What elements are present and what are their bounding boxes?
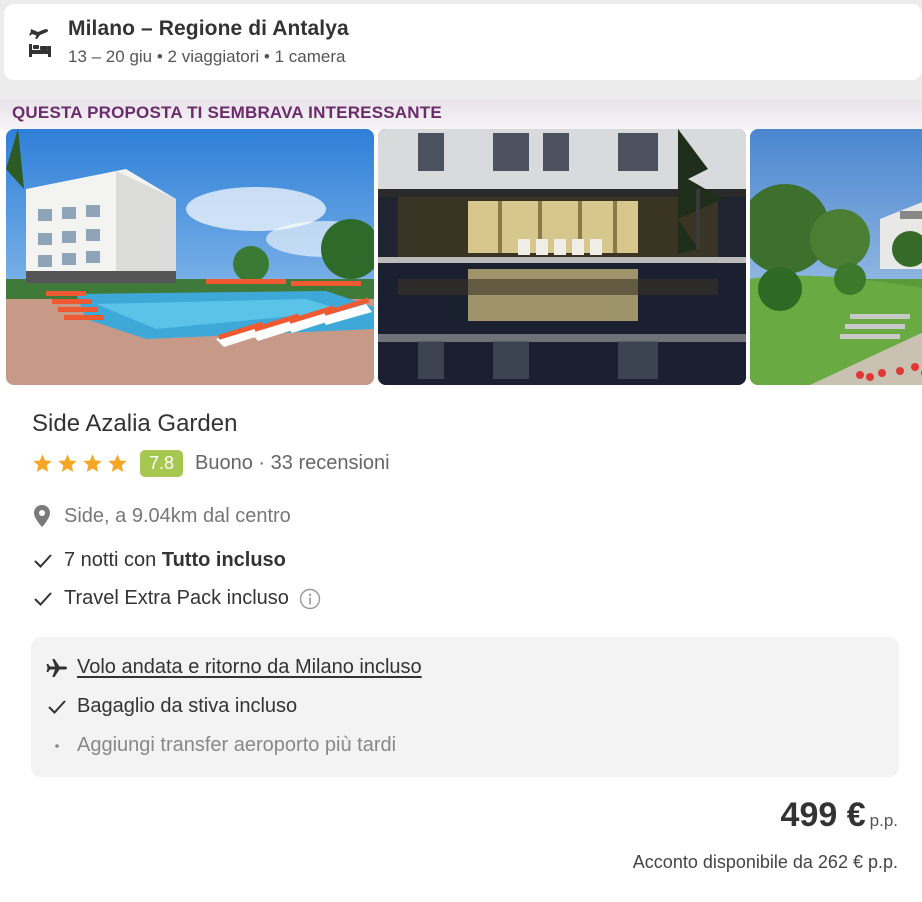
check-icon xyxy=(45,698,69,716)
price: 499 € p.p. xyxy=(781,796,898,835)
info-icon[interactable] xyxy=(299,588,321,610)
transfer-row: Aggiungi transfer aeroporto più tardi xyxy=(45,734,396,757)
deposit-text: Acconto disponibile da 262 € p.p. xyxy=(632,852,898,872)
rating-row: 7.8 Buono · 33 recensioni xyxy=(32,450,390,477)
transfer-text: Aggiungi transfer aeroporto più tardi xyxy=(77,734,397,756)
star-icon xyxy=(58,454,77,472)
search-summary-card[interactable]: Milano – Regione di Antalya 13 – 20 giu … xyxy=(4,4,922,80)
feature-board-type: Tutto incluso xyxy=(161,549,286,571)
flight-info-box: Volo andata e ritorno da Milano incluso … xyxy=(31,637,899,777)
location-pin-icon xyxy=(34,505,50,527)
flight-hotel-icon xyxy=(28,24,52,60)
hotel-photo-2[interactable] xyxy=(378,129,746,385)
search-details: 13 – 20 giu • 2 viaggiatori • 1 camera xyxy=(68,47,346,66)
search-destination: Milano – Regione di Antalya xyxy=(68,17,349,40)
hotel-location[interactable]: Side, a 9.04km dal centro xyxy=(32,504,291,528)
airplane-icon xyxy=(45,657,69,679)
suggestion-section: QUESTA PROPOSTA TI SEMBRAVA INTERESSANTE xyxy=(0,100,922,902)
flight-row[interactable]: Volo andata e ritorno da Milano incluso xyxy=(45,656,422,679)
baggage-text: Bagaglio da stiva incluso xyxy=(77,695,298,717)
flight-link[interactable]: Volo andata e ritorno da Milano incluso xyxy=(77,656,422,679)
check-icon xyxy=(34,553,52,568)
feature-extra-pack: Travel Extra Pack incluso xyxy=(32,587,321,610)
review-summary[interactable]: Buono · 33 recensioni xyxy=(195,452,390,475)
star-icon xyxy=(83,454,102,472)
hotel-photo-1[interactable] xyxy=(6,129,374,385)
hotel-photo-3[interactable] xyxy=(750,129,922,385)
bullet-icon xyxy=(45,741,69,751)
price-unit: p.p. xyxy=(869,811,898,830)
hotel-name[interactable]: Side Azalia Garden xyxy=(32,410,237,438)
feature-board-prefix: 7 notti con xyxy=(64,549,162,571)
review-score-badge: 7.8 xyxy=(140,450,184,477)
baggage-row: Bagaglio da stiva incluso xyxy=(45,695,297,718)
feature-board: 7 notti con Tutto incluso xyxy=(32,549,286,572)
section-label: QUESTA PROPOSTA TI SEMBRAVA INTERESSANTE xyxy=(12,103,442,122)
check-icon xyxy=(34,591,52,606)
price-value: 499 € xyxy=(780,796,866,834)
feature-extra-pack-label: Travel Extra Pack incluso xyxy=(64,587,289,609)
star-icon xyxy=(108,454,127,472)
location-text: Side, a 9.04km dal centro xyxy=(64,504,291,527)
hotel-stars xyxy=(32,453,128,474)
star-icon xyxy=(33,454,52,472)
